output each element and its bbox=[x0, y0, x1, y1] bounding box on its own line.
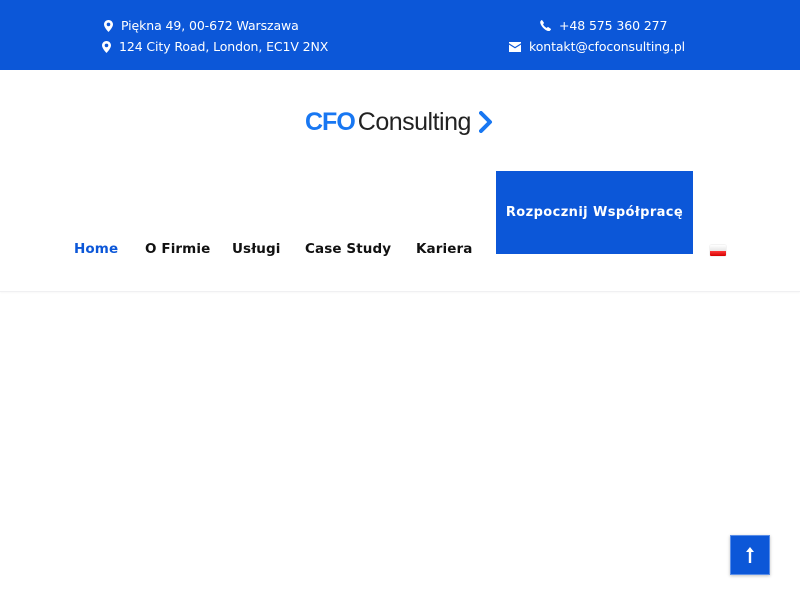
address-warsaw: Piękna 49, 00-672 Warszawa bbox=[104, 18, 299, 33]
nav-item-uslugi[interactable]: Usługi bbox=[232, 241, 281, 257]
address-london: 124 City Road, London, EC1V 2NX bbox=[102, 39, 328, 54]
phone-icon bbox=[540, 20, 551, 31]
address-warsaw-text: Piękna 49, 00-672 Warszawa bbox=[121, 18, 299, 33]
scroll-to-top-button[interactable] bbox=[730, 535, 770, 575]
nav-item-case-study[interactable]: Case Study bbox=[305, 241, 391, 257]
phone-contact[interactable]: +48 575 360 277 bbox=[540, 18, 667, 33]
phone-text[interactable]: +48 575 360 277 bbox=[559, 18, 667, 33]
top-contact-bar: Piękna 49, 00-672 Warszawa 124 City Road… bbox=[0, 0, 800, 70]
email-contact[interactable]: kontakt@cfoconsulting.pl bbox=[509, 39, 685, 54]
email-text[interactable]: kontakt@cfoconsulting.pl bbox=[529, 39, 685, 54]
polish-flag-icon[interactable] bbox=[710, 245, 726, 256]
logo-consulting: Consulting bbox=[357, 107, 472, 136]
map-marker-icon bbox=[102, 40, 111, 53]
start-cooperation-button[interactable]: Rozpocznij Współpracę bbox=[496, 171, 693, 254]
nav-item-kariera[interactable]: Kariera bbox=[416, 241, 472, 257]
logo-cfo: CFO bbox=[305, 107, 356, 136]
address-london-text: 124 City Road, London, EC1V 2NX bbox=[119, 39, 329, 54]
logo[interactable]: CFO Consulting bbox=[305, 107, 493, 137]
site-header: CFO Consulting Home O Firmie Usługi Case… bbox=[0, 70, 800, 292]
arrow-up-icon bbox=[746, 547, 754, 563]
envelope-icon bbox=[509, 41, 521, 52]
map-marker-icon bbox=[104, 19, 113, 32]
nav-item-home[interactable]: Home bbox=[74, 241, 118, 257]
nav-item-o-firmie[interactable]: O Firmie bbox=[145, 241, 210, 257]
chevron-right-icon bbox=[478, 111, 492, 133]
